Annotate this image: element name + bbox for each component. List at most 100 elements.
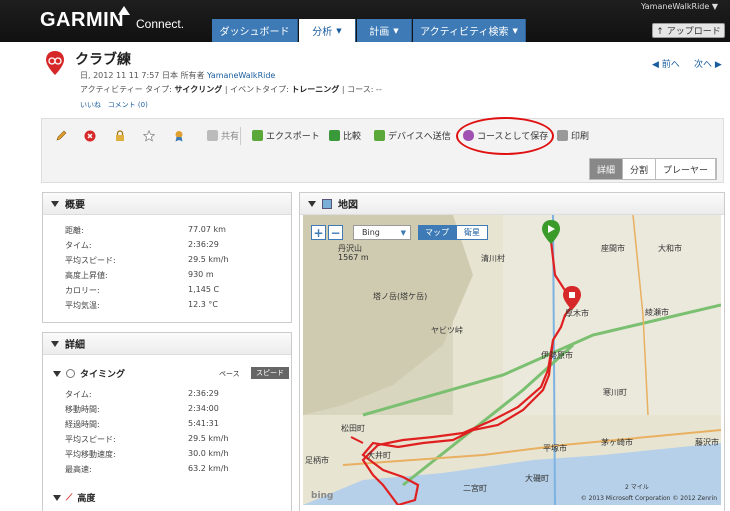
compare-button[interactable]: 比較 xyxy=(329,129,361,142)
timing-subheader[interactable]: タイミング xyxy=(53,367,125,380)
map-place-label: 清川村 xyxy=(481,254,505,263)
export-icon xyxy=(252,130,263,141)
activity-title[interactable]: クラブ練 xyxy=(75,49,131,69)
map-place-label: 大和市 xyxy=(658,244,682,253)
map-provider-select[interactable]: Bing ▼ xyxy=(353,225,411,240)
map-place-label: 綾瀬市 xyxy=(645,308,669,317)
summary-label: 距離: xyxy=(65,226,84,235)
summary-label: 高度上昇値: xyxy=(65,271,108,280)
user-menu[interactable]: YamaneWalkRide ▼ xyxy=(641,2,718,11)
pace-toggle[interactable]: ペース xyxy=(219,369,240,379)
details-header[interactable]: 詳細 xyxy=(43,333,291,355)
nav-activity-search[interactable]: アクティビティ検索 ▼ xyxy=(413,19,526,42)
summary-value: 12.3 °C xyxy=(188,300,218,309)
map-place-label: 藤沢市 xyxy=(695,438,719,447)
owner-link[interactable]: YamaneWalkRide xyxy=(207,71,275,80)
detail-value: 5:41:31 xyxy=(188,419,219,428)
upload-button[interactable]: ↑ アップロード xyxy=(652,23,725,38)
summary-label: タイム: xyxy=(65,241,92,250)
send-to-device-icon xyxy=(374,130,385,141)
map-header[interactable]: 地図 xyxy=(300,193,724,215)
summary-value: 2:36:29 xyxy=(188,240,219,249)
lock-icon[interactable] xyxy=(114,130,126,142)
collapse-triangle-icon xyxy=(53,494,61,501)
map-place-label: 1567 m xyxy=(338,253,369,262)
social-links: いいね コメント (0) xyxy=(80,100,148,110)
print-button[interactable]: 印刷 xyxy=(557,129,589,142)
map-place-label: 塔ノ岳(塔ケ岳) xyxy=(373,292,428,301)
summary-value: 29.5 km/h xyxy=(188,255,229,264)
map-copyright: © 2013 Microsoft Corporation © 2012 Zenr… xyxy=(580,495,717,502)
collapse-triangle-icon xyxy=(51,340,59,347)
view-tabs: 詳細 分割 プレーヤー xyxy=(589,158,718,180)
top-header: GARMIN Connect. YamaneWalkRide ▼ ダッシュボード… xyxy=(0,0,730,42)
detail-label: 最高速: xyxy=(65,465,92,474)
detail-value: 2:34:00 xyxy=(188,404,219,413)
compare-icon xyxy=(329,130,340,141)
map-place-label: 座間市 xyxy=(601,244,625,253)
export-button[interactable]: エクスポート xyxy=(252,129,320,142)
tab-player[interactable]: プレーヤー xyxy=(656,159,717,179)
send-to-device-button[interactable]: デバイスへ送信 xyxy=(374,129,451,142)
toolbar-divider xyxy=(240,127,241,145)
route-map[interactable]: + − Bing ▼ マップ 衛星 丹沢山 1567 m 清川村 座間市 大和市 塔ノ岳(塔… xyxy=(303,215,721,505)
map-place-label: 大磯町 xyxy=(525,474,549,483)
summary-label: カロリー: xyxy=(65,286,100,295)
chevron-down-icon: ▼ xyxy=(400,228,406,237)
highlight-circle-annotation xyxy=(456,117,554,155)
favorite-star-icon[interactable] xyxy=(143,130,155,142)
tab-details[interactable]: 詳細 xyxy=(590,159,624,179)
map-scale: 2 マイル xyxy=(625,484,649,491)
summary-value: 1,145 C xyxy=(188,285,220,294)
detail-value: 2:36:29 xyxy=(188,389,219,398)
logo-triangle-icon xyxy=(118,6,130,15)
detail-label: 経過時間: xyxy=(65,420,100,429)
summary-value: 930 m xyxy=(188,270,214,279)
map-type-satellite-button[interactable]: 衛星 xyxy=(456,225,488,240)
start-flag-icon[interactable] xyxy=(541,219,561,245)
map-type-map-button[interactable]: マップ xyxy=(418,225,456,240)
zoom-in-button[interactable]: + xyxy=(311,225,326,240)
map-pin-icon xyxy=(46,51,64,75)
details-panel: 詳細 タイミング ペース スピード タイム: 2:36:29 移動時間: 2:34:… xyxy=(42,332,292,511)
detail-value: 29.5 km/h xyxy=(188,434,229,443)
detail-value: 30.0 km/h xyxy=(188,449,229,458)
delete-icon[interactable] xyxy=(84,130,96,142)
share-button[interactable]: 共有 xyxy=(207,129,239,142)
nav-dashboard[interactable]: ダッシュボード xyxy=(212,19,298,42)
badge-ribbon-icon[interactable] xyxy=(173,130,185,142)
comment-link[interactable]: コメント (0) xyxy=(108,101,148,109)
summary-label: 平均気温: xyxy=(65,301,100,310)
detail-label: 移動時間: xyxy=(65,405,100,414)
printer-icon xyxy=(557,130,568,141)
collapse-triangle-icon xyxy=(51,200,59,207)
map-place-label: 伊勢原市 xyxy=(541,351,573,360)
prev-link[interactable]: ◀ 前へ xyxy=(652,57,680,70)
map-place-label: ヤビツ峠 xyxy=(431,326,463,335)
nav-plan[interactable]: 計画 ▼ xyxy=(357,19,412,42)
garmin-logo[interactable]: GARMIN xyxy=(40,9,124,32)
summary-label: 平均スピード: xyxy=(65,256,116,265)
map-place-label: 寒川町 xyxy=(603,388,627,397)
activity-toolbar: 共有 エクスポート 比較 デバイスへ送信 コースとして保存 印刷 詳細 分割 プ… xyxy=(41,118,724,183)
zoom-out-button[interactable]: − xyxy=(328,225,343,240)
elevation-subheader[interactable]: ⟋ 高度 xyxy=(53,491,95,504)
map-place-label: 厚木市 xyxy=(565,309,589,318)
map-place-label: 二宮町 xyxy=(463,484,487,493)
edit-pencil-icon[interactable] xyxy=(55,130,67,142)
detail-label: タイム: xyxy=(65,390,92,399)
activity-date-owner: 日, 2012 11 11 7:57 日本 所有者 YamaneWalkRide xyxy=(80,71,276,80)
nav-analysis[interactable]: 分析 ▼ xyxy=(299,19,356,42)
tab-splits[interactable]: 分割 xyxy=(623,159,657,179)
speed-toggle[interactable]: スピード xyxy=(251,367,289,379)
next-link[interactable]: 次へ ▶ xyxy=(694,57,722,70)
activity-type-line: アクティビティー タイプ: サイクリング | イベントタイプ: トレーニング |… xyxy=(80,85,382,94)
elevation-chart-icon: ⟋ xyxy=(66,492,73,503)
activity-route-line[interactable] xyxy=(350,436,364,444)
summary-header[interactable]: 概要 xyxy=(43,193,291,215)
map-place-label: 平塚市 xyxy=(543,444,567,453)
bing-logo: bing xyxy=(311,491,334,501)
like-link[interactable]: いいね xyxy=(80,101,101,109)
share-icon xyxy=(207,130,218,141)
map-place-label: 大井町 xyxy=(367,451,391,460)
